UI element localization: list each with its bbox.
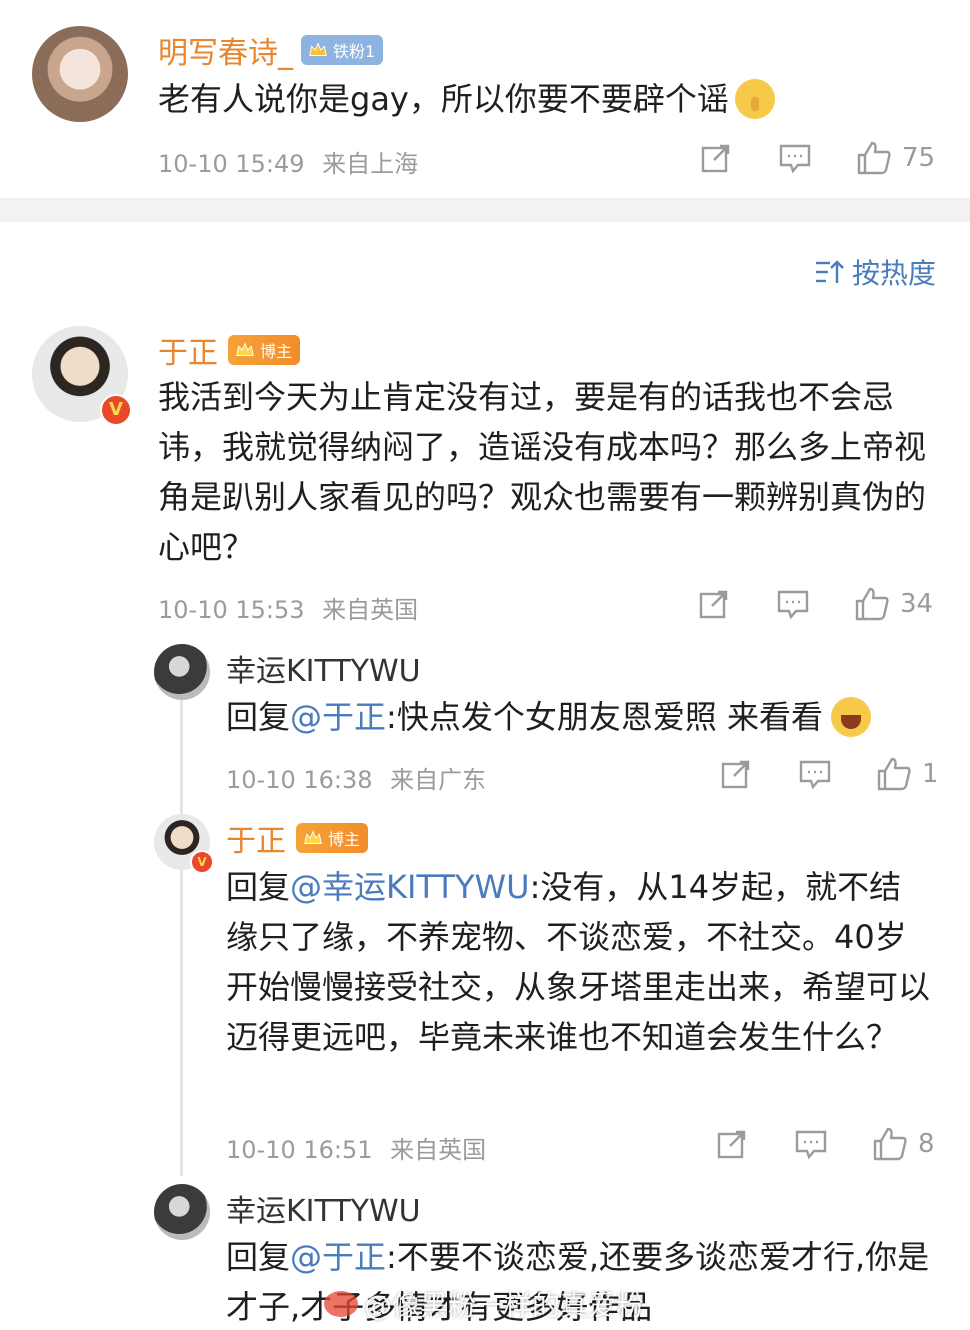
sort-label: 按热度 (852, 257, 937, 290)
like-button[interactable]: 1 (876, 756, 939, 792)
share-button[interactable] (720, 758, 752, 790)
reply-meta: 10-10 16:38 来自广东 (226, 760, 486, 795)
laughing-emoji-icon (831, 697, 871, 737)
like-button[interactable]: 8 (872, 1126, 935, 1162)
watermark-text: @像黑粉一样的真爱粉 (364, 1289, 645, 1322)
crown-icon (304, 830, 322, 844)
location: 来自上海 (322, 150, 419, 178)
username[interactable]: 明写春诗_ (158, 28, 293, 72)
avatar[interactable] (154, 1184, 210, 1240)
reply-text: 回复 @于正:快点发个女朋友恩爱照 来看看 (226, 692, 871, 742)
thumbs-up-icon (877, 757, 911, 791)
like-button[interactable]: 75 (856, 140, 935, 176)
badge-label: 博主 (260, 342, 293, 361)
like-count: 75 (902, 143, 936, 173)
share-icon (699, 590, 728, 619)
verified-icon: V (190, 850, 214, 874)
timestamp: 10-10 15:53 (158, 596, 305, 624)
like-count: 8 (918, 1129, 935, 1159)
comment-icon (779, 144, 811, 174)
fan-badge[interactable]: 铁粉1 (301, 35, 384, 65)
author-badge[interactable]: 博主 (296, 823, 369, 853)
thumbs-up-icon (855, 587, 889, 621)
sort-toggle[interactable]: 按热度 (814, 252, 936, 292)
avatar[interactable] (32, 26, 128, 122)
like-button[interactable]: 34 (854, 586, 933, 622)
crown-icon (309, 42, 327, 56)
comment-icon (795, 1130, 827, 1160)
comment-text: 老有人说你是gay，所以你要不要辟个谣 (158, 74, 775, 124)
share-button[interactable] (716, 1128, 748, 1160)
comment-button[interactable] (794, 1128, 828, 1160)
badge-label: 铁粉1 (333, 42, 376, 61)
comment-header: 明写春诗_ 铁粉1 (158, 28, 384, 72)
location: 来自广东 (390, 766, 487, 794)
share-button[interactable] (700, 142, 732, 174)
location: 来自英国 (390, 1136, 487, 1164)
comment-icon (799, 760, 831, 790)
timestamp: 10-10 16:38 (226, 766, 373, 794)
watermark: @像黑粉一样的真爱粉 (324, 1284, 644, 1324)
mention-link[interactable]: @于正 (290, 692, 386, 742)
username[interactable]: 于正 (226, 816, 286, 860)
comment-text: 我活到今天为止肯定没有过，要是有的话我也不会忌讳，我就觉得纳闷了，造谣没有成本吗… (158, 378, 927, 566)
comment-meta: 10-10 15:49 来自上海 (158, 144, 418, 179)
comment-button[interactable] (776, 588, 810, 620)
author-badge[interactable]: 博主 (228, 335, 301, 365)
thumbs-up-icon (873, 1127, 907, 1161)
share-icon (721, 760, 750, 789)
comment-icon (777, 590, 809, 620)
username[interactable]: 于正 (158, 328, 218, 372)
section-divider (0, 198, 970, 222)
like-count: 1 (922, 759, 939, 789)
like-count: 34 (900, 589, 934, 619)
shush-emoji-icon (734, 79, 775, 119)
sort-icon (816, 260, 844, 283)
thread-line (180, 696, 183, 1176)
timestamp: 10-10 16:51 (226, 1136, 373, 1164)
reply-meta: 10-10 16:51 来自英国 (226, 1130, 486, 1165)
weibo-logo-icon (324, 1291, 358, 1317)
share-icon (701, 144, 730, 173)
share-button[interactable] (698, 588, 730, 620)
share-icon (717, 1130, 746, 1159)
thumbs-up-icon (857, 141, 891, 175)
comment-header: 于正 博主 (158, 328, 301, 372)
location: 来自英国 (322, 596, 419, 624)
reply-text: 回复@幸运KITTYWU:没有，从14岁起，就不结缘只了缘，不养宠物、不谈恋爱，… (226, 868, 931, 1056)
verified-icon: V (100, 394, 132, 426)
reply-header: 于正 博主 (226, 816, 369, 860)
crown-icon (236, 342, 254, 356)
username[interactable]: 幸运KITTYWU (226, 646, 421, 690)
avatar[interactable] (154, 644, 210, 700)
timestamp: 10-10 15:49 (158, 150, 305, 178)
mention-link[interactable]: @幸运KITTYWU (290, 868, 530, 906)
comment-button[interactable] (778, 142, 812, 174)
badge-label: 博主 (328, 830, 361, 849)
comment-button[interactable] (798, 758, 832, 790)
mention-link[interactable]: @于正 (290, 1238, 386, 1276)
username[interactable]: 幸运KITTYWU (226, 1186, 421, 1230)
comment-meta: 10-10 15:53 来自英国 (158, 590, 418, 625)
